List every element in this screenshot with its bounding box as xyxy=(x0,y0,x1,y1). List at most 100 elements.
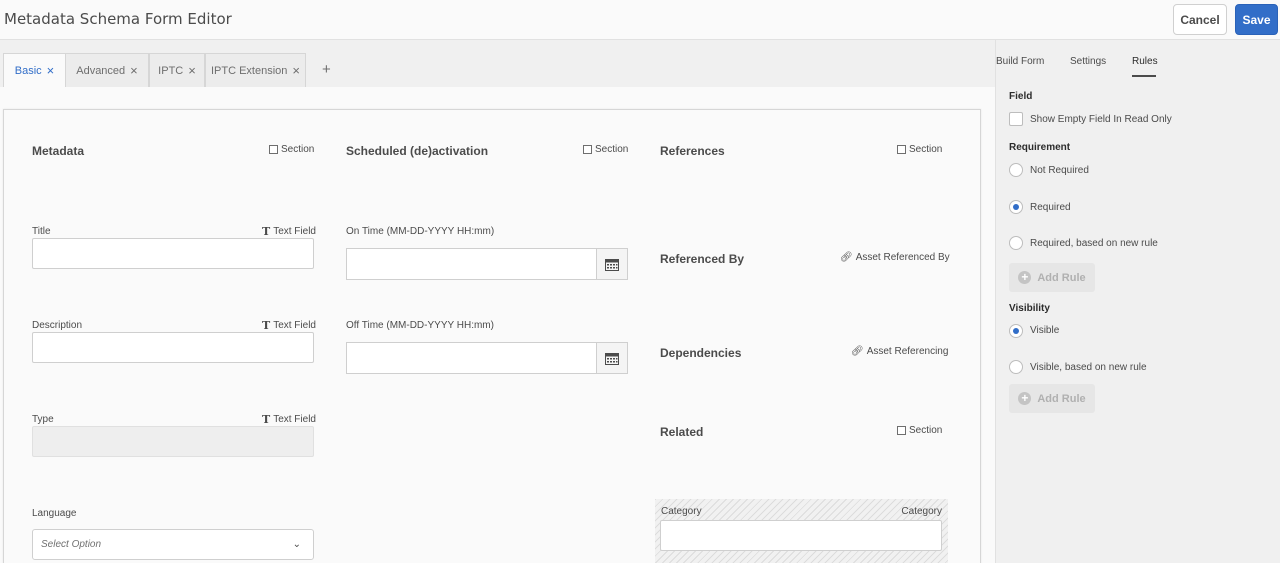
category-field-selected[interactable]: Category Category xyxy=(655,499,948,563)
section-checkbox-icon xyxy=(583,145,592,154)
field-type-tag: 🔗︎ Asset Referenced By xyxy=(840,252,950,263)
tab-iptc[interactable]: IPTC × xyxy=(149,53,205,87)
section-tag-label: Section xyxy=(595,144,629,155)
close-icon[interactable]: × xyxy=(130,63,138,78)
chevron-down-icon: ⌄ xyxy=(292,539,301,550)
visibility-section-title: Visibility xyxy=(1009,303,1050,314)
tab-settings[interactable]: Settings xyxy=(1070,56,1106,67)
radio-not-required[interactable] xyxy=(1009,163,1023,177)
type-input xyxy=(32,426,314,457)
active-tab-indicator xyxy=(1132,75,1156,77)
text-field-icon: T xyxy=(262,225,271,238)
section-tag: Section xyxy=(897,144,942,155)
close-icon[interactable]: × xyxy=(47,63,55,78)
text-field-icon: T xyxy=(262,319,271,332)
radio-label: Required, based on new rule xyxy=(1030,238,1158,249)
radio-required-rule[interactable] xyxy=(1009,236,1023,250)
field-type-label: Asset Referenced By xyxy=(855,252,950,263)
show-empty-label: Show Empty Field In Read Only xyxy=(1030,114,1172,125)
close-icon[interactable]: × xyxy=(188,63,196,78)
radio-visible[interactable] xyxy=(1009,324,1023,338)
radio-visible-rule[interactable] xyxy=(1009,360,1023,374)
section-title-activation: Scheduled (de)activation xyxy=(346,144,489,158)
tab-rules[interactable]: Rules xyxy=(1132,56,1158,67)
tab-label: Basic xyxy=(14,64,42,77)
tab-basic[interactable]: Basic × xyxy=(3,53,66,87)
plus-circle-icon: + xyxy=(1018,271,1032,284)
field-label-title: Title xyxy=(32,226,51,237)
add-rule-label: Add Rule xyxy=(1037,392,1086,405)
section-checkbox-icon xyxy=(269,145,278,154)
title-input[interactable] xyxy=(32,238,314,269)
radio-label: Visible, based on new rule xyxy=(1030,362,1147,373)
field-type-tag: T Text Field xyxy=(262,225,316,238)
field-label-category: Category xyxy=(661,506,702,517)
calendar-icon[interactable] xyxy=(596,342,628,374)
field-label-language: Language xyxy=(32,508,77,519)
field-type-label: Asset Referencing xyxy=(866,346,949,357)
section-tag: Section xyxy=(269,144,314,155)
field-type-tag: T Text Field xyxy=(262,319,316,332)
section-checkbox-icon xyxy=(897,145,906,154)
field-label-on-time: On Time (MM-DD-YYYY HH:mm) xyxy=(346,226,495,237)
top-bar: Metadata Schema Form Editor Cancel Save xyxy=(0,0,1280,40)
off-time-input[interactable] xyxy=(346,342,596,374)
field-type-tag: 🔗︎ Asset Referencing xyxy=(851,346,948,357)
section-tag-label: Section xyxy=(909,425,943,436)
add-tab-button[interactable]: + xyxy=(322,61,331,78)
requirement-section-title: Requirement xyxy=(1009,142,1071,153)
page-title: Metadata Schema Form Editor xyxy=(4,10,232,28)
tab-label: IPTC Extension xyxy=(210,64,288,77)
show-empty-checkbox[interactable] xyxy=(1009,112,1023,126)
tab-advanced[interactable]: Advanced × xyxy=(65,53,149,87)
calendar-icon[interactable] xyxy=(596,248,628,280)
cancel-button[interactable]: Cancel xyxy=(1173,4,1227,35)
close-icon[interactable]: × xyxy=(292,63,300,78)
section-tag: Section xyxy=(897,425,942,436)
select-placeholder: Select Option xyxy=(41,539,102,550)
language-select[interactable]: Select Option ⌄ xyxy=(32,529,314,560)
on-time-input[interactable] xyxy=(346,248,596,280)
field-section-title: Field xyxy=(1009,91,1033,102)
description-input[interactable] xyxy=(32,332,314,363)
tab-label: IPTC xyxy=(158,64,184,77)
section-tag-label: Section xyxy=(281,144,315,155)
section-checkbox-icon xyxy=(897,426,906,435)
radio-required[interactable] xyxy=(1009,200,1023,214)
off-time-picker xyxy=(346,342,628,374)
form-canvas: Metadata Section Title T Text Field Desc… xyxy=(0,87,995,563)
radio-label: Required xyxy=(1030,202,1071,213)
section-title-references: References xyxy=(660,144,725,158)
properties-panel: Build Form Settings Rules Field Show Emp… xyxy=(995,40,1280,563)
form-card: Metadata Section Title T Text Field Desc… xyxy=(3,109,981,563)
radio-label: Not Required xyxy=(1030,165,1089,176)
on-time-picker xyxy=(346,248,628,280)
link-icon: 🔗︎ xyxy=(851,346,864,357)
field-label-type: Type xyxy=(32,414,54,425)
field-type-label: Text Field xyxy=(273,226,316,237)
section-tag-label: Section xyxy=(909,144,943,155)
form-tab-strip: Basic × Advanced × IPTC × IPTC Extension… xyxy=(0,40,995,87)
field-label-description: Description xyxy=(32,320,83,331)
tab-build-form[interactable]: Build Form xyxy=(996,56,1044,67)
radio-label: Visible xyxy=(1030,325,1060,336)
plus-circle-icon: + xyxy=(1018,392,1032,405)
field-type-label: Category xyxy=(901,506,942,517)
category-input[interactable] xyxy=(660,520,942,551)
dependencies-title: Dependencies xyxy=(660,346,742,360)
text-field-icon: T xyxy=(262,413,271,426)
related-title: Related xyxy=(660,425,704,439)
field-type-tag: T Text Field xyxy=(262,413,316,426)
field-type-label: Text Field xyxy=(273,320,316,331)
save-button[interactable]: Save xyxy=(1235,4,1278,35)
tab-iptc-extension[interactable]: IPTC Extension × xyxy=(205,53,306,87)
section-title-metadata: Metadata xyxy=(32,144,85,158)
section-tag: Section xyxy=(583,144,628,155)
add-rule-label: Add Rule xyxy=(1037,271,1086,284)
tab-label: Advanced xyxy=(76,64,126,77)
referenced-by-title: Referenced By xyxy=(660,252,745,266)
add-rule-button-requirement[interactable]: + Add Rule xyxy=(1009,263,1095,292)
add-rule-button-visibility[interactable]: + Add Rule xyxy=(1009,384,1095,413)
field-type-label: Text Field xyxy=(273,414,316,425)
link-icon: 🔗︎ xyxy=(840,252,853,263)
